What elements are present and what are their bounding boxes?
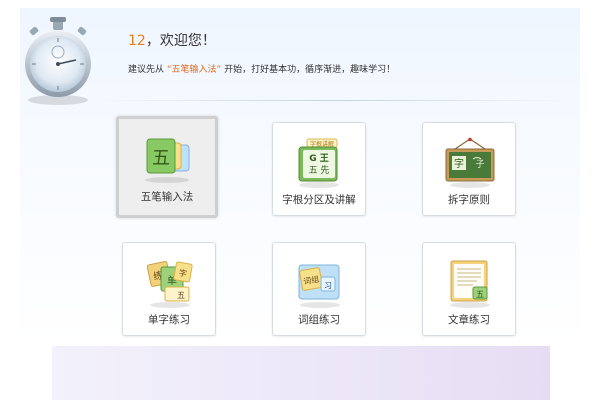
board-glyph-a: 字 [454, 157, 464, 170]
tile-wubi-input[interactable]: 五 五笔输入法 [116, 116, 218, 218]
tile-label: 拆字原则 [448, 194, 490, 206]
tile-split-rules[interactable]: 字 子 拆字原则 [422, 122, 516, 216]
tile-label: 字根分区及讲解 [282, 194, 356, 206]
subtitle-suffix: 开始，打好基本功，循序渐进，趣味学习！ [224, 65, 396, 75]
tile-single-char[interactable]: 练 单 字 五 单字练习 [122, 242, 216, 336]
subtitle-prefix: 建议先从 [128, 65, 165, 75]
tile-label: 五笔输入法 [140, 191, 194, 203]
welcome-header: 12，欢迎您！ 建议先从 “五笔输入法” 开始，打好基本功，循序渐进，趣味学习！ [20, 8, 580, 105]
blackboard-icon: 字 子 [445, 137, 495, 188]
main-panel: 12，欢迎您！ 建议先从 “五笔输入法” 开始，打好基本功，循序渐进，趣味学习！… [20, 8, 580, 346]
welcome-subtitle: 建议先从 “五笔输入法” 开始，打好基本功，循序渐进，趣味学习！ [128, 62, 395, 75]
board-glyph-b: 子 [475, 159, 484, 170]
radicals-line-b: 五 先 [309, 164, 330, 176]
welcome-greeting: 12，欢迎您！ [128, 30, 216, 50]
article-paper-icon: 五 [450, 260, 490, 308]
header-divider [100, 100, 570, 101]
tile-label: 文章练习 [448, 314, 490, 326]
wubi-cards-icon: 五 [145, 138, 190, 183]
user-name: 12 [128, 33, 146, 49]
phrase-glyph-b: 习 [324, 281, 332, 290]
tile-label: 单字练习 [148, 314, 190, 326]
tile-article[interactable]: 五 文章练习 [422, 242, 516, 336]
phrase-cards-icon: 词组 习 [298, 264, 340, 308]
tile-radicals[interactable]: 字根讲解 G 王 五 先 字根分区及讲解 [272, 122, 366, 216]
article-glyph: 五 [476, 290, 484, 299]
stopwatch-icon [25, 17, 91, 105]
radicals-line-a: G 王 [309, 153, 329, 164]
card-glyph-d: 五 [177, 291, 185, 300]
tile-label: 词组练习 [298, 314, 340, 326]
bottom-background [52, 346, 550, 400]
greeting-text: ，欢迎您！ [145, 33, 216, 49]
radicals-book-icon: 字根讲解 G 王 五 先 [298, 138, 339, 188]
subtitle-highlight: “五笔输入法” [166, 65, 222, 75]
tile-phrase[interactable]: 词组 习 词组练习 [272, 242, 366, 336]
wubi-glyph: 五 [152, 148, 170, 169]
card-glyph-c: 字 [178, 267, 188, 278]
single-char-cards-icon: 练 单 字 五 [146, 261, 193, 308]
